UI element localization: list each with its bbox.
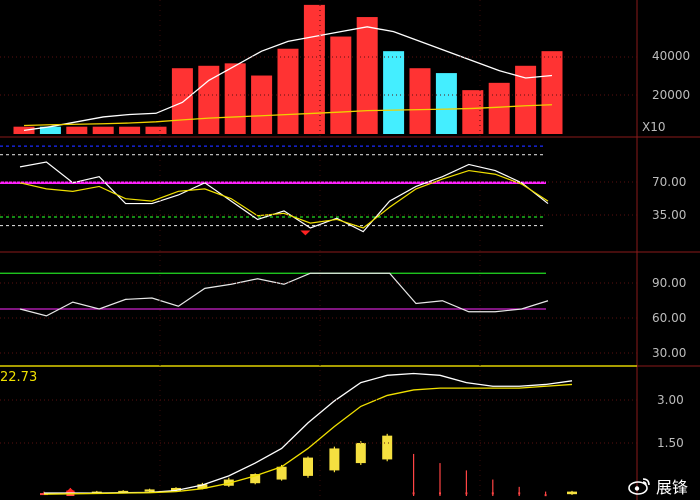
volume-bar <box>251 75 273 134</box>
candle-body <box>276 466 287 480</box>
volume-bar <box>277 48 299 134</box>
volume-bar <box>66 126 88 134</box>
candle-body <box>544 494 547 497</box>
buy-signal-marker <box>65 487 76 493</box>
volume-bar <box>171 68 193 134</box>
oscillator-axis-label-70: 70.00 <box>652 175 687 189</box>
candle-body <box>567 491 577 495</box>
watermark: 展锋 <box>628 474 688 498</box>
candle-body <box>382 435 393 460</box>
volume-bar <box>541 51 563 134</box>
volume-bar <box>330 36 352 134</box>
volume-unit-label: X10 <box>642 120 666 134</box>
rsi-axis-label-30: 30.00 <box>652 346 687 360</box>
main-value-label: 22.73 <box>0 370 38 385</box>
rsi-axis-label-90: 90.00 <box>652 276 687 290</box>
volume-bar <box>119 126 141 134</box>
candle-body <box>439 492 441 495</box>
weibo-logo-icon <box>628 478 650 495</box>
watermark-text: 展锋 <box>656 478 689 497</box>
volume-bar <box>145 126 167 134</box>
oscillator-series-line <box>19 161 549 233</box>
candle-body <box>465 492 468 495</box>
candle-body <box>412 492 415 495</box>
volume-bar <box>92 126 114 134</box>
oscillator-low-marker <box>300 230 311 236</box>
oscillator-axis-label-35: 35.00 <box>652 208 687 222</box>
volume-bar <box>383 51 405 134</box>
volume-axis-label-20000: 20000 <box>652 88 691 102</box>
oscillator-series-line <box>19 169 549 229</box>
candle-body <box>518 492 521 495</box>
candle-body <box>491 492 494 495</box>
main-axis-label-1.5: 1.50 <box>657 436 684 450</box>
rsi-axis-label-60: 60.00 <box>652 311 687 325</box>
candle-body <box>303 457 313 476</box>
volume-axis-label-40000: 40000 <box>652 49 691 63</box>
volume-bar <box>409 68 431 134</box>
candle-body <box>144 489 155 492</box>
stock-chart-canvas[interactable] <box>0 0 700 500</box>
volume-bar <box>356 17 378 135</box>
main-axis-label-3: 3.00 <box>657 393 684 407</box>
volume-bar <box>303 4 325 135</box>
volume-bar <box>462 90 484 134</box>
volume-bar <box>435 73 457 134</box>
volume-bar <box>224 63 246 134</box>
volume-bar <box>488 82 510 134</box>
candle-body <box>355 442 366 464</box>
candle-body <box>329 448 340 471</box>
